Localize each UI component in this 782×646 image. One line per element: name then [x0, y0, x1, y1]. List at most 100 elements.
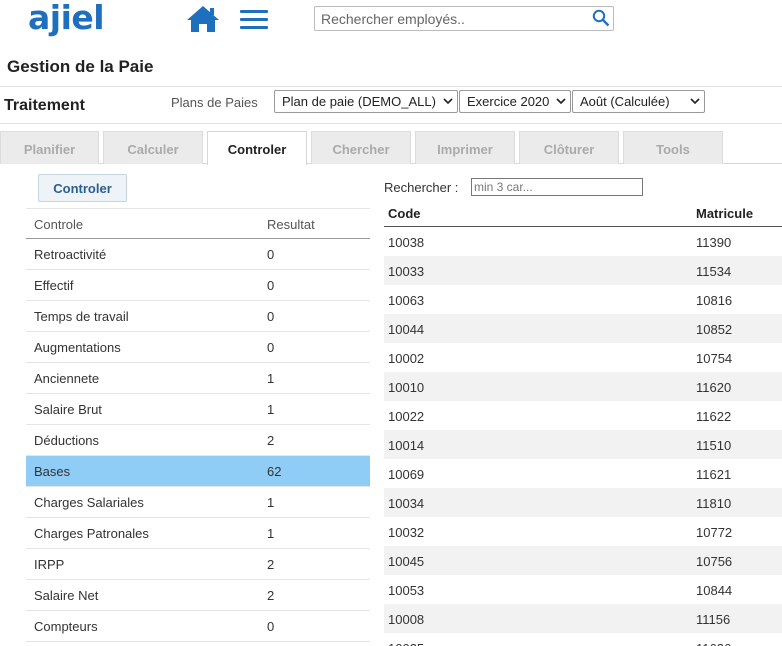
control-name: Temps de travail	[34, 309, 129, 324]
control-row[interactable]: Anciennete 1	[26, 363, 370, 394]
control-result: 2	[267, 557, 275, 572]
tab-chercher[interactable]: Chercher	[311, 131, 411, 164]
column-header-controle[interactable]: Controle	[34, 217, 83, 232]
control-result: 62	[267, 464, 282, 479]
control-row[interactable]: Effectif 0	[26, 270, 370, 301]
result-row[interactable]: 10014 11510	[384, 430, 782, 459]
controls-table: Controle Resultat Retroactivité 0 Effectif…	[26, 208, 370, 642]
result-matricule: 11810	[696, 496, 732, 511]
ajiel-logo[interactable]: ajiel	[28, 0, 105, 37]
control-name: Compteurs	[34, 619, 98, 634]
control-name: IRPP	[34, 557, 65, 572]
employee-search-box[interactable]	[314, 6, 614, 31]
result-code: 10032	[388, 525, 425, 540]
result-row[interactable]: 10038 11390	[384, 227, 782, 256]
employee-search-input[interactable]	[315, 7, 585, 30]
result-row[interactable]: 10010 11620	[384, 372, 782, 401]
tab-planifier[interactable]: Planifier	[0, 131, 99, 164]
result-row[interactable]: 10045 10756	[384, 546, 782, 575]
hamburger-menu-icon[interactable]	[240, 10, 268, 30]
result-matricule: 11626	[696, 641, 731, 646]
control-result: 1	[267, 402, 275, 417]
plans-label: Plans de Paies	[171, 95, 258, 110]
control-name: Effectif	[34, 278, 74, 293]
tab-cloturer[interactable]: Clôturer	[519, 131, 619, 164]
chevron-down-icon	[443, 98, 453, 105]
control-result: 0	[267, 309, 275, 324]
control-name: Bases	[34, 464, 71, 479]
result-row[interactable]: 10022 11622	[384, 401, 782, 430]
period-select[interactable]: Août (Calculée)	[572, 90, 705, 113]
result-code: 10044	[388, 322, 425, 337]
control-row[interactable]: Augmentations 0	[26, 332, 370, 363]
result-row[interactable]: 10044 10852	[384, 314, 782, 343]
results-search-label: Rechercher :	[384, 180, 459, 195]
control-row[interactable]: Temps de travail 0	[26, 301, 370, 332]
result-row[interactable]: 10034 11810	[384, 488, 782, 517]
search-icon[interactable]	[592, 9, 610, 27]
home-icon[interactable]	[186, 5, 220, 33]
control-result: 2	[267, 588, 275, 603]
exercice-select[interactable]: Exercice 2020	[459, 90, 571, 113]
control-row[interactable]: Charges Salariales 1	[26, 487, 370, 518]
tab-tools[interactable]: Tools	[623, 131, 723, 164]
results-search-input[interactable]	[471, 178, 643, 196]
control-name: Salaire Net	[34, 588, 99, 603]
control-row[interactable]: Charges Patronales 1	[26, 518, 370, 549]
control-row[interactable]: Salaire Net 2	[26, 580, 370, 611]
control-name: Charges Salariales	[34, 495, 144, 510]
result-row[interactable]: 10063 10816	[384, 285, 782, 314]
result-matricule: 10772	[696, 525, 733, 540]
control-row[interactable]: Déductions 2	[26, 425, 370, 456]
result-code: 10038	[388, 235, 425, 250]
result-row[interactable]: 10033 11534	[384, 256, 782, 285]
control-name: Salaire Brut	[34, 402, 102, 417]
result-code: 10069	[388, 467, 425, 482]
result-matricule: 11156	[696, 612, 731, 627]
exercice-select-value: Exercice 2020	[467, 94, 550, 109]
tab-imprimer[interactable]: Imprimer	[415, 131, 515, 164]
result-row[interactable]: 10008 11156	[384, 604, 782, 633]
result-row[interactable]: 10002 10754	[384, 343, 782, 372]
controler-button[interactable]: Controler	[38, 174, 127, 202]
result-row[interactable]: 10025 11626	[384, 633, 782, 646]
column-header-resultat[interactable]: Resultat	[267, 217, 315, 232]
tab-bar: Planifier Calculer Controler Chercher Im…	[0, 131, 782, 165]
result-matricule: 11620	[696, 380, 732, 395]
result-matricule: 11622	[696, 409, 732, 424]
result-code: 10014	[388, 438, 425, 453]
result-code: 10025	[388, 641, 424, 646]
control-result: 1	[267, 371, 275, 386]
plan-select-value: Plan de paie (DEMO_ALL)	[282, 94, 436, 109]
result-matricule: 11510	[696, 438, 732, 453]
result-matricule: 10852	[696, 322, 733, 337]
result-row[interactable]: 10032 10772	[384, 517, 782, 546]
page-title: Gestion de la Paie	[7, 57, 154, 76]
control-row[interactable]: Retroactivité 0	[26, 239, 370, 270]
column-header-code[interactable]: Code	[388, 206, 421, 221]
result-matricule: 10756	[696, 554, 733, 569]
control-result: 2	[267, 433, 275, 448]
results-table: Code Matricule 10038 11390 10033 11534 10063…	[384, 198, 782, 646]
result-matricule: 11534	[696, 264, 732, 279]
result-matricule: 11621	[696, 467, 732, 482]
control-row[interactable]: IRPP 2	[26, 549, 370, 580]
plan-select[interactable]: Plan de paie (DEMO_ALL)	[274, 90, 458, 113]
control-result: 1	[267, 495, 275, 510]
result-row[interactable]: 10053 10844	[384, 575, 782, 604]
chevron-down-icon	[556, 98, 566, 105]
control-row[interactable]: Compteurs 0	[26, 611, 370, 642]
tab-calculer[interactable]: Calculer	[103, 131, 203, 164]
column-header-matricule[interactable]: Matricule	[696, 206, 753, 221]
controls-table-header: Controle Resultat	[26, 208, 370, 239]
results-table-header: Code Matricule	[384, 198, 782, 227]
control-name: Anciennete	[34, 371, 100, 386]
control-row[interactable]: Salaire Brut 1	[26, 394, 370, 425]
control-result: 0	[267, 619, 275, 634]
period-select-value: Août (Calculée)	[580, 94, 670, 109]
control-row[interactable]: Bases 62	[26, 456, 370, 487]
chevron-down-icon	[690, 98, 700, 105]
tab-controler[interactable]: Controler	[207, 131, 307, 165]
result-row[interactable]: 10069 11621	[384, 459, 782, 488]
result-matricule: 11390	[696, 235, 732, 250]
